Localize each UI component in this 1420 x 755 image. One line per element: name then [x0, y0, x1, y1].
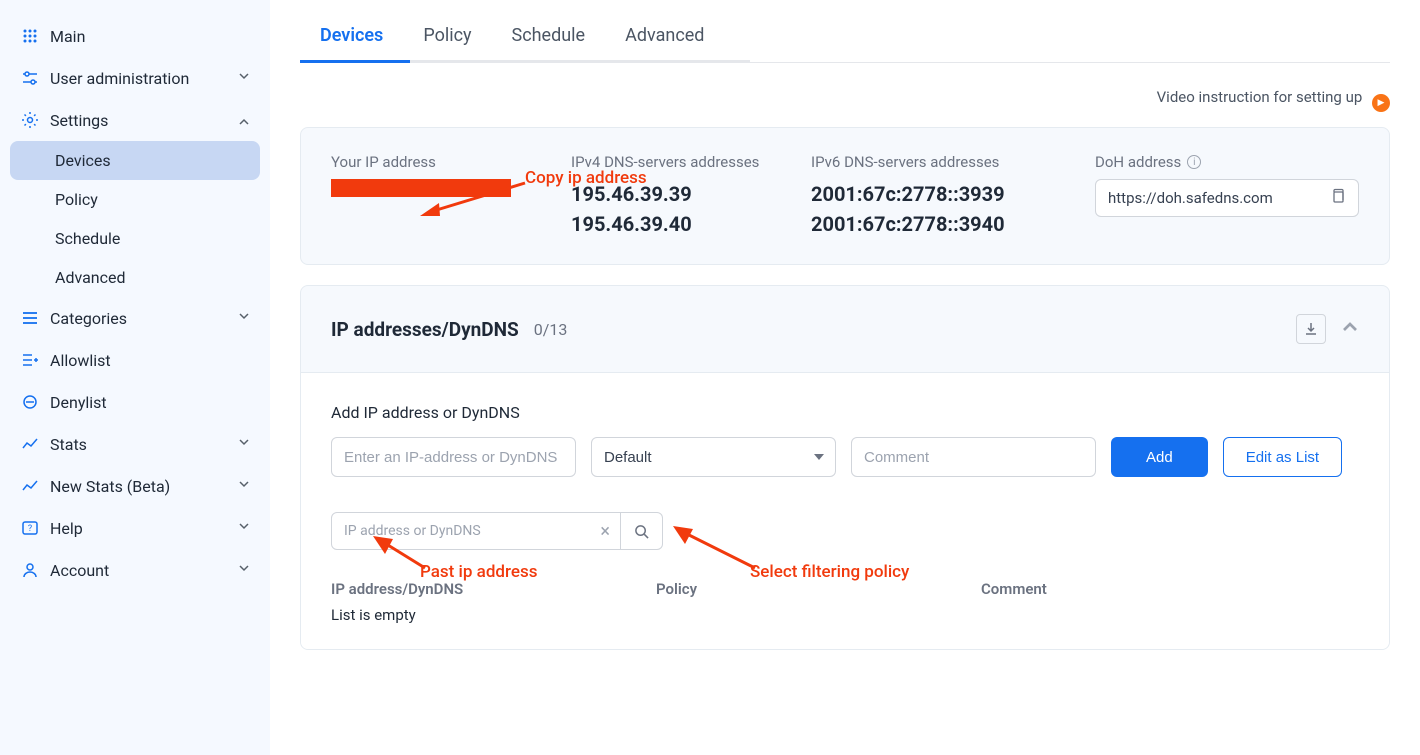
sidebar-allowlist[interactable]: Allowlist	[10, 339, 260, 381]
sidebar: Main User administration Settings Device…	[0, 0, 270, 755]
tabs: Devices Policy Schedule Advanced	[300, 0, 1390, 63]
doh-field[interactable]: https://doh.safedns.com	[1095, 179, 1359, 217]
add-label: Add IP address or DynDNS	[331, 403, 1359, 422]
sidebar-sub-schedule[interactable]: Schedule	[10, 219, 260, 258]
user-icon	[20, 560, 40, 580]
denylist-icon	[20, 392, 40, 412]
clear-icon[interactable]: ×	[600, 521, 610, 542]
sidebar-item-label: Account	[50, 561, 109, 580]
gear-icon	[20, 110, 40, 130]
sidebar-item-label: New Stats (Beta)	[50, 477, 170, 496]
grid-icon	[20, 26, 40, 46]
sidebar-help[interactable]: ? Help	[10, 507, 260, 549]
chevron-down-icon	[238, 310, 250, 326]
settings-sublist: Devices Policy Schedule Advanced	[10, 141, 260, 297]
col-ip: IP address/DynDNS	[331, 580, 656, 598]
play-icon: ▶	[1372, 94, 1390, 112]
sidebar-item-label: Categories	[50, 309, 127, 328]
ipv6-value: 2001:67c:2778::3940	[811, 209, 1075, 239]
sidebar-item-label: User administration	[50, 69, 189, 88]
collapse-icon[interactable]	[1341, 318, 1359, 340]
section-title: IP addresses/DynDNS	[331, 318, 519, 341]
sliders-icon	[20, 68, 40, 88]
tab-devices[interactable]: Devices	[320, 25, 383, 62]
sidebar-item-label: Stats	[50, 435, 87, 454]
your-ip-label: Your IP address	[331, 153, 551, 171]
doh-label: DoH address i	[1095, 153, 1359, 171]
sidebar-account[interactable]: Account	[10, 549, 260, 591]
search-input[interactable]: IP address or DynDNS ×	[331, 512, 621, 550]
ip-addresses-section: IP addresses/DynDNS 0/13 Add IP address …	[300, 285, 1390, 650]
chevron-down-icon	[238, 436, 250, 452]
ip-info-card: Your IP address IPv4 DNS-servers address…	[300, 127, 1390, 265]
ipv4-value: 195.46.39.40	[571, 209, 791, 239]
allowlist-icon	[20, 350, 40, 370]
sidebar-sub-advanced[interactable]: Advanced	[10, 258, 260, 297]
table-empty: List is empty	[331, 606, 1359, 624]
sidebar-item-label: Denylist	[50, 393, 107, 412]
ipv4-label: IPv4 DNS-servers addresses	[571, 153, 791, 171]
sidebar-item-label: Main	[50, 27, 85, 46]
svg-text:?: ?	[28, 524, 32, 534]
ipv6-label: IPv6 DNS-servers addresses	[811, 153, 1075, 171]
comment-input[interactable]	[851, 437, 1096, 477]
chart-icon	[20, 434, 40, 454]
chart-icon	[20, 476, 40, 496]
add-button[interactable]: Add	[1111, 437, 1208, 477]
tab-policy[interactable]: Policy	[423, 25, 471, 62]
sidebar-new-stats[interactable]: New Stats (Beta)	[10, 465, 260, 507]
ip-input[interactable]	[331, 437, 576, 477]
edit-as-list-button[interactable]: Edit as List	[1223, 437, 1342, 477]
download-button[interactable]	[1296, 314, 1326, 344]
chevron-down-icon	[238, 520, 250, 536]
sidebar-item-label: Allowlist	[50, 351, 111, 370]
section-count: 0/13	[534, 320, 568, 339]
sidebar-sub-devices[interactable]: Devices	[10, 141, 260, 180]
col-comment: Comment	[981, 580, 1359, 598]
list-icon	[20, 308, 40, 328]
sidebar-sub-policy[interactable]: Policy	[10, 180, 260, 219]
video-instruction-link[interactable]: Video instruction for setting up ▶	[300, 88, 1390, 112]
sidebar-settings[interactable]: Settings	[10, 99, 260, 141]
chevron-up-icon	[238, 112, 250, 128]
sidebar-item-label: Help	[50, 519, 83, 538]
info-icon[interactable]: i	[1187, 155, 1201, 169]
policy-select[interactable]: Default	[591, 437, 836, 477]
sidebar-item-label: Settings	[50, 111, 108, 130]
chevron-down-icon	[238, 478, 250, 494]
ipv4-value: 195.46.39.39	[571, 179, 791, 209]
sidebar-main[interactable]: Main	[10, 15, 260, 57]
search-button[interactable]	[621, 512, 663, 550]
tab-advanced[interactable]: Advanced	[625, 25, 704, 62]
col-policy: Policy	[656, 580, 981, 598]
tab-schedule[interactable]: Schedule	[512, 25, 586, 62]
help-icon: ?	[20, 518, 40, 538]
sidebar-categories[interactable]: Categories	[10, 297, 260, 339]
ipv6-value: 2001:67c:2778::3939	[811, 179, 1075, 209]
table-header: IP address/DynDNS Policy Comment	[331, 580, 1359, 598]
chevron-down-icon	[238, 70, 250, 86]
sidebar-user-admin[interactable]: User administration	[10, 57, 260, 99]
copy-icon[interactable]	[1330, 188, 1346, 208]
sidebar-denylist[interactable]: Denylist	[10, 381, 260, 423]
sidebar-stats[interactable]: Stats	[10, 423, 260, 465]
tabs-underline-active	[300, 60, 410, 63]
main-content: Devices Policy Schedule Advanced Video i…	[270, 0, 1420, 755]
redacted-ip	[331, 179, 511, 197]
chevron-down-icon	[238, 562, 250, 578]
